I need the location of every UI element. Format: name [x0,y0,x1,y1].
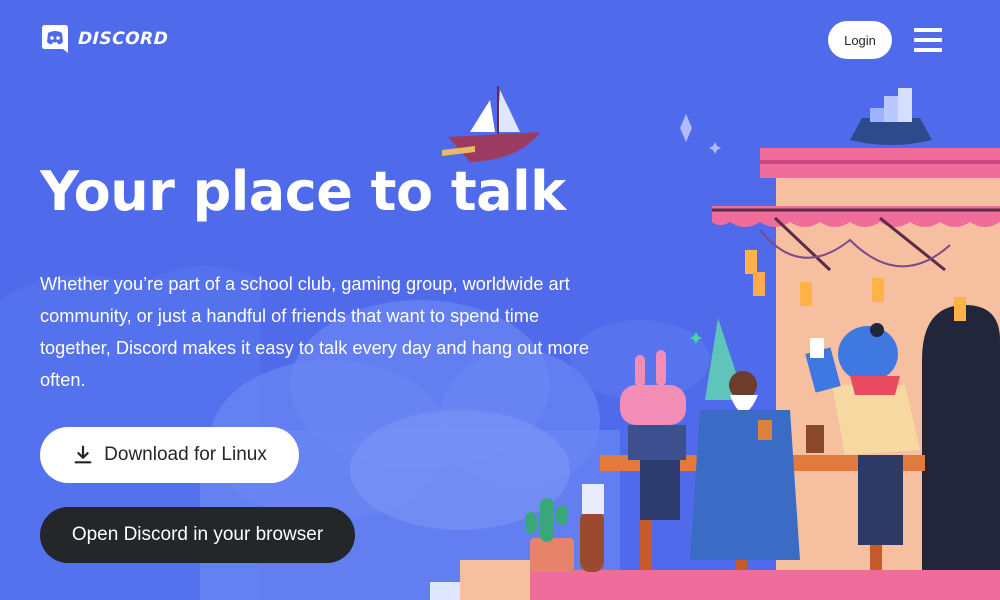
download-button[interactable]: Download for Linux [40,427,299,483]
hero-title: Your place to talk [40,160,566,223]
download-icon [74,445,92,464]
hero-description: Whether you’re part of a school club, ga… [40,274,589,390]
open-in-browser-button[interactable]: Open Discord in your browser [40,507,355,563]
discord-logo[interactable]: DISCORD [40,24,169,54]
menu-bar [914,48,942,52]
hamburger-menu-icon[interactable] [910,26,946,54]
discord-logo-icon [42,25,68,53]
open-in-browser-label: Open Discord in your browser [71,524,324,545]
brand-wordmark: DISCORD [77,29,169,49]
page: DISCORD Login Your place to talk Whether… [0,0,1000,600]
menu-bar [914,38,942,42]
flying-ship [442,86,540,162]
login-button[interactable]: Login [828,21,892,59]
floating-castle [850,88,932,145]
menu-bar [914,28,942,32]
download-button-label: Download for Linux [104,444,267,465]
